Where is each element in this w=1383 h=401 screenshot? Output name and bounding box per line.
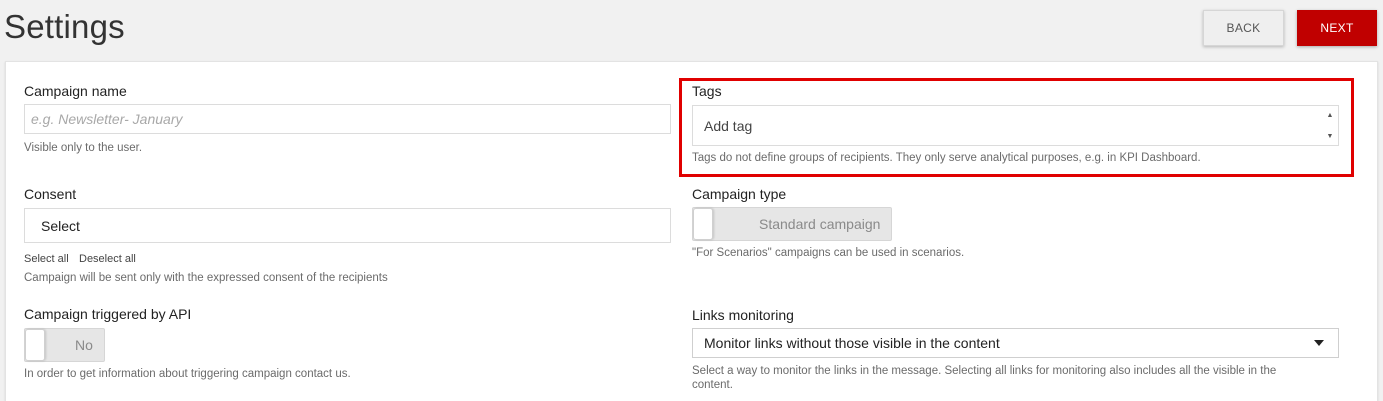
api-trigger-toggle-label: No [75,337,93,353]
campaign-name-input[interactable]: e.g. Newsletter- January [24,104,671,134]
select-all-link[interactable]: Select all [24,253,69,265]
caret-down-icon [1314,340,1324,346]
links-monitoring-value: Monitor links without those visible in t… [704,335,1000,351]
campaign-type-toggle[interactable]: Standard campaign [692,207,892,241]
links-monitoring-help: Select a way to monitor the links in the… [692,365,1277,391]
tags-input-text: Add tag [704,118,753,134]
toggle-knob [693,208,713,240]
spin-down-icon[interactable]: ▼ [1324,130,1336,142]
spin-up-icon[interactable]: ▲ [1324,109,1336,121]
campaign-name-help: Visible only to the user. [24,142,143,154]
api-trigger-label: Campaign triggered by API [24,306,192,322]
links-monitoring-label: Links monitoring [692,307,794,323]
tags-label: Tags [692,83,722,99]
page-title: Settings [4,8,125,45]
campaign-type-toggle-label: Standard campaign [759,216,881,232]
back-button[interactable]: BACK [1203,10,1284,46]
settings-card: Campaign name e.g. Newsletter- January V… [5,61,1378,401]
consent-help: Campaign will be sent only with the expr… [24,272,388,284]
toggle-knob [25,329,45,361]
tags-help: Tags do not define groups of recipients.… [692,152,1201,164]
campaign-type-help: "For Scenarios" campaigns can be used in… [692,247,965,259]
consent-label: Consent [24,186,77,202]
api-trigger-toggle[interactable]: No [24,328,105,362]
deselect-all-link[interactable]: Deselect all [79,253,136,265]
campaign-type-label: Campaign type [692,186,787,202]
api-trigger-help: In order to get information about trigge… [24,368,351,380]
links-monitoring-select[interactable]: Monitor links without those visible in t… [692,328,1339,358]
next-button[interactable]: NEXT [1297,10,1377,46]
campaign-name-label: Campaign name [24,83,127,99]
tags-input[interactable]: Add tag ▲ ▼ [692,105,1339,146]
consent-select[interactable]: Select [24,208,671,243]
